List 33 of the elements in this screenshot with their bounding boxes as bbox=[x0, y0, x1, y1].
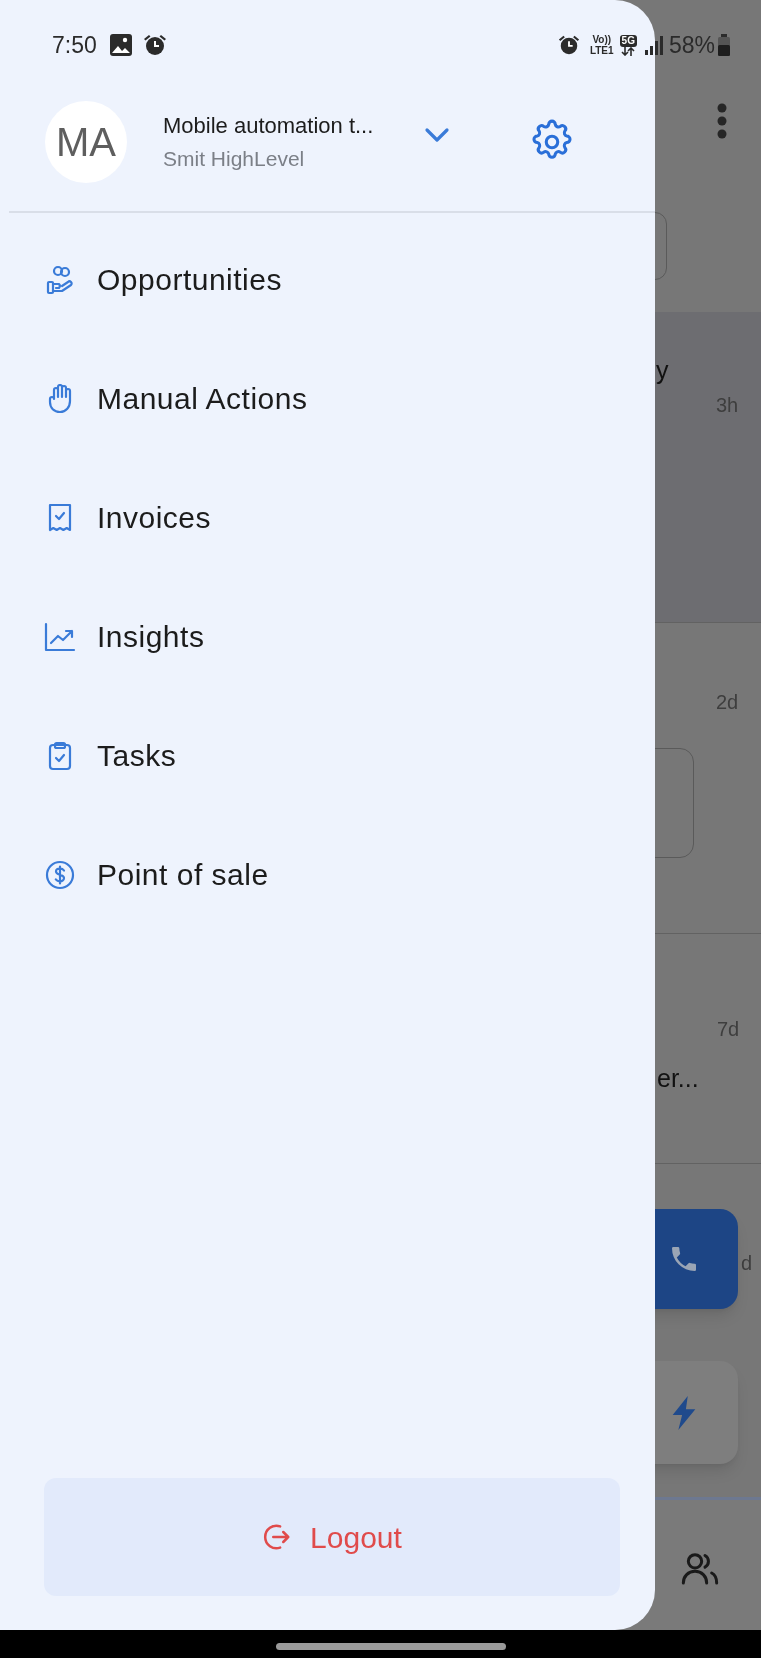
message-time: d bbox=[741, 1251, 753, 1276]
message-time: 7d bbox=[717, 1017, 740, 1042]
dollar-circle-icon bbox=[45, 859, 75, 890]
avatar: MA bbox=[45, 101, 127, 183]
battery-percentage: 58% bbox=[668, 30, 715, 60]
hand-icon bbox=[47, 383, 73, 414]
more-options-icon[interactable] bbox=[716, 103, 728, 139]
menu-item[interactable]: Insights bbox=[9, 577, 655, 696]
message-time: 2d bbox=[716, 690, 739, 715]
alarm-icon bbox=[557, 34, 580, 56]
receipt-check-icon bbox=[47, 502, 73, 533]
clock: 7:50 bbox=[52, 30, 97, 60]
menu-item[interactable]: Opportunities bbox=[9, 220, 655, 339]
menu-item[interactable]: Tasks bbox=[9, 696, 655, 815]
line-chart-icon bbox=[44, 621, 76, 652]
message-preview: er... bbox=[657, 1063, 699, 1094]
menu-item[interactable]: Point of sale bbox=[9, 815, 655, 934]
alarm-icon bbox=[142, 33, 167, 57]
image-icon bbox=[108, 33, 133, 57]
chevron-down-icon bbox=[424, 127, 450, 143]
account-subtitle: Smit HighLevel bbox=[163, 145, 305, 172]
network-indicator: 5G bbox=[619, 34, 637, 56]
clipboard-check-icon bbox=[47, 740, 73, 771]
signal-icon bbox=[644, 35, 663, 55]
battery-icon bbox=[717, 34, 731, 56]
message-preview: y bbox=[656, 355, 669, 386]
volte-indicator: Vo)) LTE1 bbox=[589, 34, 614, 56]
lightning-icon bbox=[670, 1395, 698, 1430]
menu-item[interactable]: Invoices bbox=[9, 458, 655, 577]
hand-coins-icon bbox=[46, 264, 74, 295]
menu-item[interactable]: Manual Actions bbox=[9, 339, 655, 458]
account-switcher[interactable]: Mobile automation t... Smit HighLevel bbox=[163, 110, 450, 174]
account-name: Mobile automation t... bbox=[163, 111, 374, 140]
